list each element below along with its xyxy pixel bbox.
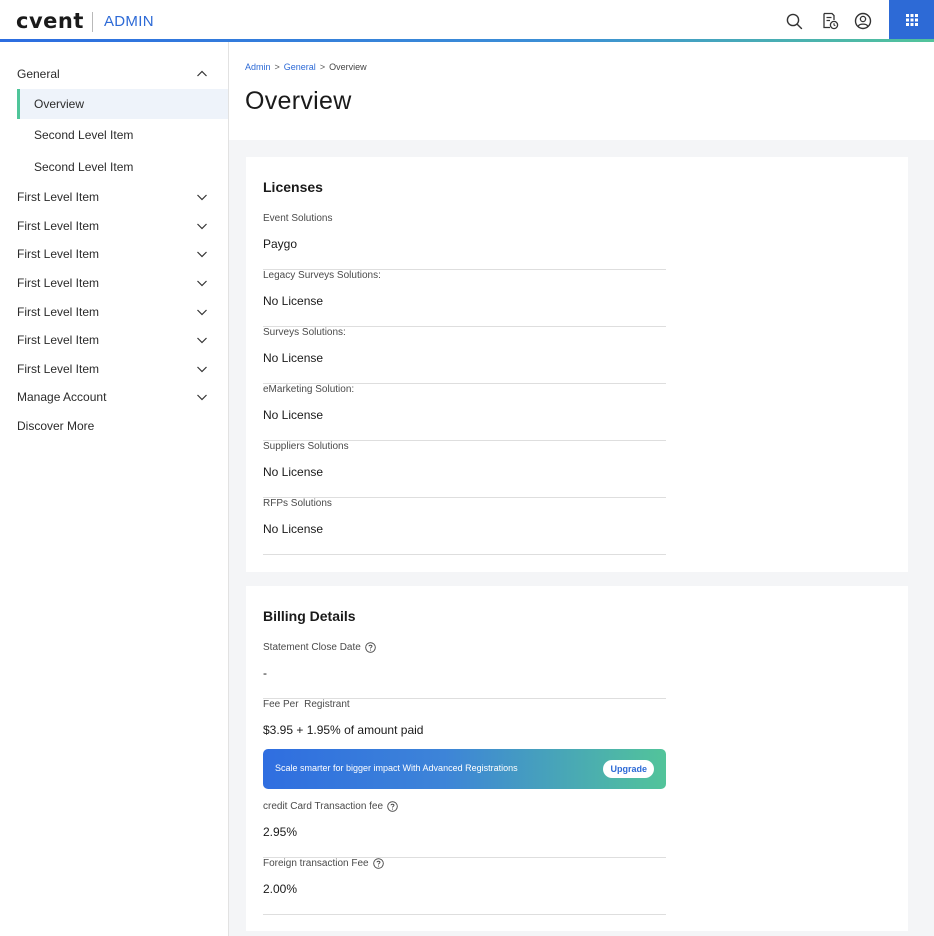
sidebar-item-discover-more[interactable]: Discover More (0, 412, 228, 440)
field-label: Statement Close Date (263, 642, 376, 653)
license-field-emarketing: eMarketing Solution: No License (263, 384, 666, 441)
field-label: credit Card Transaction fee (263, 801, 398, 812)
field-value: No License (263, 351, 324, 365)
chevron-down-icon (197, 223, 207, 230)
app-name[interactable]: ADMIN (104, 13, 154, 30)
upgrade-promo-banner: Scale smarter for bigger impact With Adv… (263, 749, 666, 789)
field-label: Foreign transaction Fee (263, 858, 384, 869)
sidebar-item[interactable]: First Level Item (0, 240, 228, 268)
main-content: Admin > General > Overview Overview Lice… (229, 42, 934, 936)
sidebar-item-label: Second Level Item (34, 160, 134, 174)
chevron-down-icon (197, 394, 207, 401)
billing-field-fee-per-registrant: Fee Per Registrant $3.95 + 1.95% of amou… (263, 699, 666, 756)
promo-text: Scale smarter for bigger impact With Adv… (275, 763, 518, 773)
chevron-down-icon (197, 337, 207, 344)
help-icon[interactable] (365, 642, 376, 653)
field-label-text: Statement Close Date (263, 642, 361, 653)
breadcrumb-current: Overview (329, 62, 367, 72)
apps-grid-button[interactable] (889, 0, 934, 40)
chevron-down-icon (197, 251, 207, 258)
logo-divider (92, 12, 93, 32)
license-field-surveys: Surveys Solutions: No License (263, 327, 666, 384)
sidebar-item[interactable]: First Level Item (0, 212, 228, 240)
sidebar-item-label: Overview (34, 97, 85, 111)
license-field-legacy-surveys: Legacy Surveys Solutions: No License (263, 270, 666, 327)
licenses-card: Licenses Event Solutions Paygo Legacy Su… (246, 157, 908, 572)
sidebar-item-label: Discover More (17, 419, 95, 433)
chevron-down-icon (197, 366, 207, 373)
sidebar-item-general[interactable]: General (0, 60, 228, 88)
chevron-down-icon (197, 194, 207, 201)
help-icon[interactable] (372, 858, 384, 869)
sidebar-item-label: First Level Item (17, 333, 100, 347)
chevron-down-icon (197, 280, 207, 287)
sidebar-subitem[interactable]: Second Level Item (17, 120, 228, 150)
field-label: RFPs Solutions (263, 498, 332, 509)
sidebar-item[interactable]: First Level Item (0, 355, 228, 383)
field-value: 2.00% (263, 882, 298, 896)
sidebar-item-label: First Level Item (17, 305, 100, 319)
breadcrumb-separator-icon: > (319, 62, 326, 72)
chevron-down-icon (197, 309, 207, 316)
card-title: Billing Details (263, 608, 356, 624)
sidebar-subitem[interactable]: Second Level Item (17, 152, 228, 182)
field-label-text: credit Card Transaction fee (263, 801, 384, 812)
sidebar-item[interactable]: First Level Item (0, 183, 228, 211)
breadcrumb-link-general[interactable]: General (284, 62, 316, 72)
notes-icon[interactable] (820, 11, 840, 31)
breadcrumb: Admin > General > Overview (245, 62, 367, 72)
page-title: Overview (245, 87, 352, 115)
sidebar: General Overview Second Level Item Secon… (0, 42, 229, 936)
sidebar-item-label: General (17, 67, 60, 81)
help-icon[interactable] (387, 801, 398, 812)
billing-field-foreign-transaction-fee: Foreign transaction Fee 2.00% (263, 858, 666, 915)
cvent-logo[interactable]: cvent (16, 9, 84, 33)
license-field-rfps: RFPs Solutions No License (263, 498, 666, 555)
sidebar-item-manage-account[interactable]: Manage Account (0, 383, 228, 411)
top-header: cvent ADMIN (0, 0, 934, 42)
sidebar-item-label: First Level Item (17, 219, 100, 233)
breadcrumb-separator-icon: > (274, 62, 280, 72)
sidebar-item-label: First Level Item (17, 362, 100, 376)
field-value: No License (263, 408, 324, 422)
field-label: Legacy Surveys Solutions: (263, 270, 381, 281)
sidebar-item-label: Second Level Item (34, 128, 134, 142)
upgrade-button[interactable]: Upgrade (603, 760, 654, 778)
sidebar-item-label: First Level Item (17, 247, 100, 261)
field-value: No License (263, 465, 324, 479)
sidebar-item[interactable]: First Level Item (0, 269, 228, 297)
sidebar-item-label: Manage Account (17, 390, 107, 404)
sidebar-subitem-overview[interactable]: Overview (17, 89, 228, 119)
field-value: Paygo (263, 237, 298, 251)
billing-field-credit-card-fee: credit Card Transaction fee 2.95% (263, 801, 666, 858)
field-label: Fee Per Registrant (263, 699, 350, 710)
license-field-suppliers: Suppliers Solutions No License (263, 441, 666, 498)
billing-field-statement-close-date: Statement Close Date - (263, 642, 666, 699)
field-value: 2.95% (263, 825, 298, 839)
field-value: No License (263, 522, 324, 536)
field-label: eMarketing Solution: (263, 384, 355, 395)
license-field-event: Event Solutions Paygo (263, 213, 666, 270)
page-header: Admin > General > Overview Overview (229, 42, 934, 140)
search-icon[interactable] (784, 11, 804, 31)
sidebar-item[interactable]: First Level Item (0, 326, 228, 354)
apps-grid-icon (905, 14, 918, 26)
sidebar-item-label: First Level Item (17, 190, 100, 204)
field-label: Event Solutions (263, 213, 333, 224)
card-title: Licenses (263, 179, 323, 195)
sidebar-item-label: First Level Item (17, 276, 100, 290)
field-label: Suppliers Solutions (263, 441, 349, 452)
user-icon[interactable] (853, 11, 873, 31)
field-label-text: Foreign transaction Fee (263, 858, 369, 869)
breadcrumb-link-admin[interactable]: Admin (245, 62, 271, 72)
billing-details-card: Billing Details Statement Close Date - F… (246, 586, 908, 931)
chevron-up-icon (197, 70, 207, 77)
field-value: - (263, 666, 267, 680)
field-value: $3.95 + 1.95% of amount paid (263, 723, 424, 737)
field-label: Surveys Solutions: (263, 327, 346, 338)
sidebar-item[interactable]: First Level Item (0, 298, 228, 326)
field-value: No License (263, 294, 324, 308)
